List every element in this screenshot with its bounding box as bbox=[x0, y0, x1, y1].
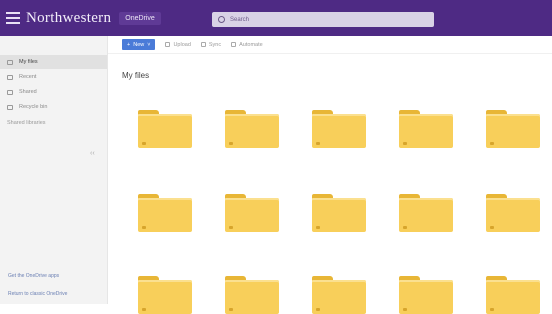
folder-tile[interactable] bbox=[225, 194, 279, 232]
folder-tile[interactable] bbox=[486, 276, 540, 314]
folder-tile[interactable] bbox=[312, 194, 366, 232]
folder-tile[interactable] bbox=[225, 110, 279, 148]
folder-tile[interactable] bbox=[399, 276, 453, 314]
search-box[interactable]: Search bbox=[212, 12, 434, 27]
sidebar-item-shared[interactable]: Shared bbox=[0, 85, 107, 99]
sidebar-item-label: Recent bbox=[19, 74, 37, 80]
top-bar: Northwestern OneDrive Search bbox=[0, 0, 552, 36]
app-name[interactable]: OneDrive bbox=[119, 11, 161, 25]
search-input[interactable]: Search bbox=[230, 17, 249, 23]
upload-label: Upload bbox=[173, 41, 191, 48]
page-title: My files bbox=[122, 71, 150, 80]
clock-icon bbox=[7, 74, 13, 80]
folder-icon bbox=[399, 198, 453, 232]
search-icon bbox=[218, 16, 225, 23]
automate-button[interactable]: Automate bbox=[231, 42, 263, 48]
folder-icon bbox=[486, 114, 540, 148]
sidebar-item-recycle-bin[interactable]: Recycle bin bbox=[0, 100, 107, 114]
folder-tile[interactable] bbox=[225, 276, 279, 314]
folder-icon bbox=[7, 59, 13, 65]
folder-icon bbox=[138, 280, 192, 314]
automate-icon bbox=[231, 42, 237, 47]
trash-icon bbox=[7, 104, 13, 110]
sync-icon bbox=[200, 42, 206, 47]
folder-tile[interactable] bbox=[486, 194, 540, 232]
sidebar-item-label: My files bbox=[19, 59, 38, 65]
folder-tile[interactable] bbox=[399, 194, 453, 232]
sidebar-item-label: Shared bbox=[19, 89, 37, 95]
folder-icon bbox=[486, 280, 540, 314]
folder-icon bbox=[399, 280, 453, 314]
sidebar: My files Recent Shared Recycle bin Share… bbox=[0, 36, 108, 304]
folder-icon bbox=[312, 198, 366, 232]
automate-label: Automate bbox=[239, 41, 263, 48]
folder-tile[interactable] bbox=[138, 110, 192, 148]
folder-tile[interactable] bbox=[399, 110, 453, 148]
sync-label: Sync bbox=[208, 41, 222, 48]
new-button[interactable]: + New ˅ bbox=[122, 39, 156, 50]
plus-icon: + bbox=[127, 41, 131, 48]
sidebar-item-recent[interactable]: Recent bbox=[0, 70, 107, 84]
folder-tile[interactable] bbox=[486, 110, 540, 148]
folder-icon bbox=[225, 114, 279, 148]
folder-tile[interactable] bbox=[138, 276, 192, 314]
folder-icon bbox=[312, 114, 366, 148]
shared-libraries-heading[interactable]: Shared libraries bbox=[0, 120, 107, 126]
sidebar-item-label: Recycle bin bbox=[19, 104, 48, 110]
get-apps-link[interactable]: Get the OneDrive apps bbox=[8, 273, 59, 279]
folder-tile[interactable] bbox=[312, 276, 366, 314]
folder-icon bbox=[486, 198, 540, 232]
folder-icon bbox=[225, 198, 279, 232]
command-bar: + New ˅ Upload Sync Automate bbox=[108, 36, 552, 54]
upload-button[interactable]: Upload bbox=[165, 41, 191, 48]
classic-onedrive-link[interactable]: Return to classic OneDrive bbox=[8, 291, 67, 297]
chevron-down-icon: ˅ bbox=[147, 41, 151, 48]
folder-tile[interactable] bbox=[312, 110, 366, 148]
chevron-left-icon[interactable]: ‹‹ bbox=[90, 150, 95, 157]
app-launcher-icon[interactable] bbox=[6, 12, 20, 24]
share-icon bbox=[7, 89, 13, 95]
folder-icon bbox=[225, 280, 279, 314]
brand-logo[interactable]: Northwestern bbox=[26, 10, 111, 27]
folder-icon bbox=[138, 114, 192, 148]
new-button-label: New bbox=[133, 41, 145, 48]
folder-icon bbox=[138, 198, 192, 232]
folder-icon bbox=[399, 114, 453, 148]
upload-icon bbox=[165, 42, 171, 47]
folder-tile[interactable] bbox=[138, 194, 192, 232]
sync-button[interactable]: Sync bbox=[200, 41, 222, 48]
sidebar-item-my-files[interactable]: My files bbox=[0, 55, 107, 69]
folder-icon bbox=[312, 280, 366, 314]
